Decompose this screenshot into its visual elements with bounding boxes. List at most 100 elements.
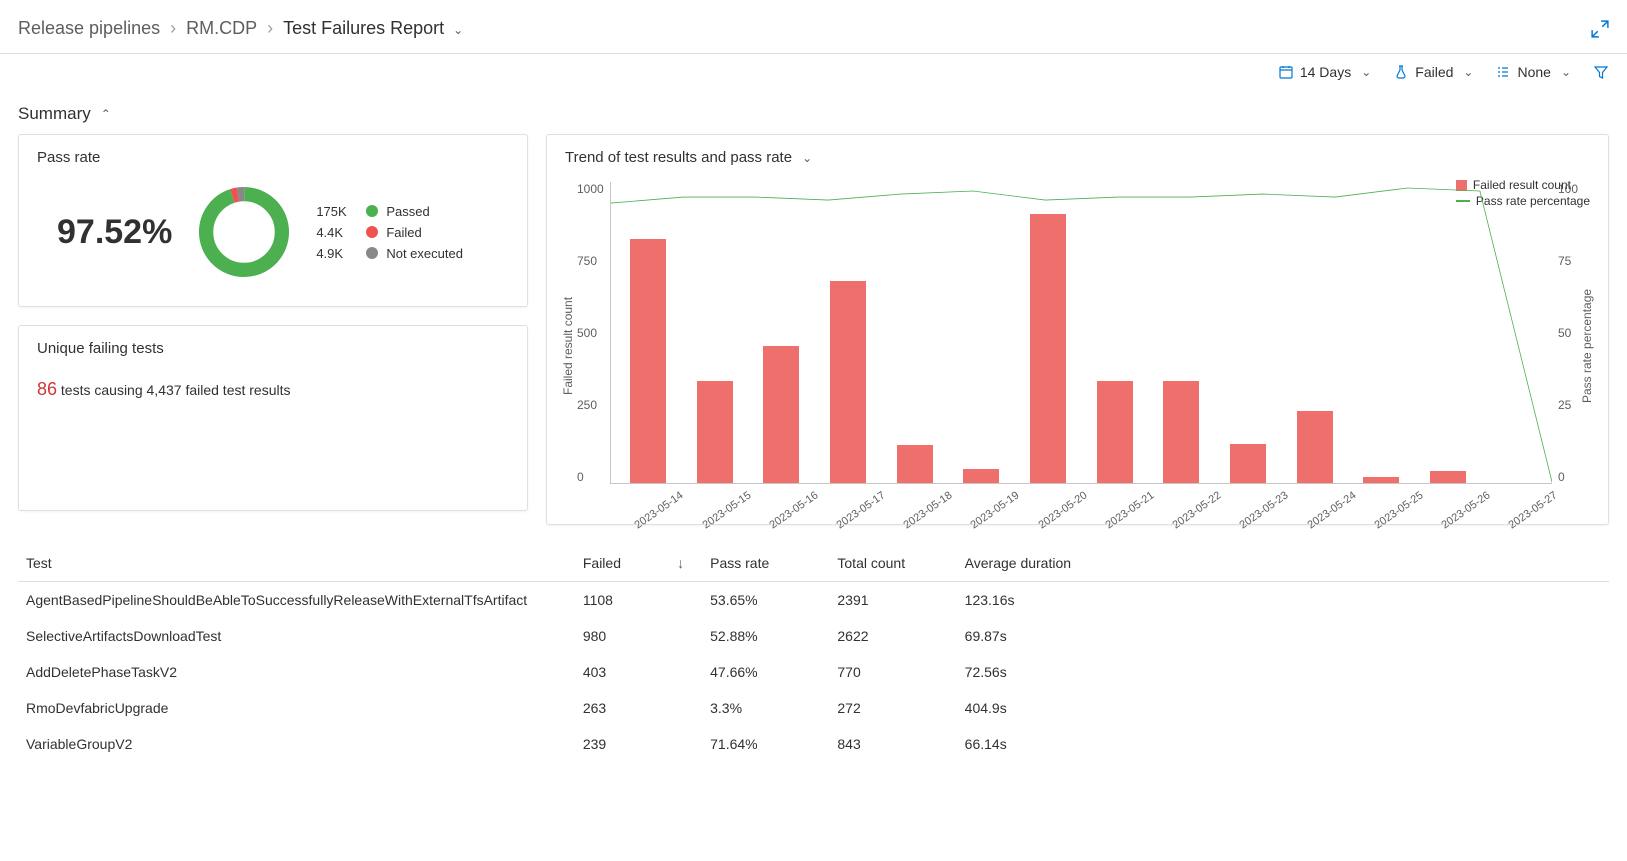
chevron-down-icon: ⌄ bbox=[1561, 65, 1571, 79]
legend-count: 4.9K bbox=[316, 246, 358, 261]
cell-test: RmoDevfabricUpgrade bbox=[18, 690, 575, 726]
summary-heading[interactable]: Summary ⌃ bbox=[0, 92, 1627, 134]
pass-rate-card: Pass rate 97.52% 175K Passed bbox=[18, 134, 528, 307]
topbar: Release pipelines › RM.CDP › Test Failur… bbox=[0, 0, 1627, 54]
cell-passrate: 47.66% bbox=[702, 654, 829, 690]
chart-bar[interactable] bbox=[830, 281, 866, 483]
col-passrate[interactable]: Pass rate bbox=[702, 545, 829, 582]
chevron-down-icon: ⌄ bbox=[453, 23, 463, 37]
cell-test: AgentBasedPipelineShouldBeAbleToSuccessf… bbox=[18, 582, 575, 619]
cell-duration: 66.14s bbox=[957, 726, 1609, 762]
filter-icon bbox=[1593, 64, 1609, 80]
col-total[interactable]: Total count bbox=[829, 545, 956, 582]
trend-chart-card: Trend of test results and pass rate ⌄ Fa… bbox=[546, 134, 1609, 525]
fullscreen-icon[interactable] bbox=[1591, 20, 1609, 38]
date-range-picker[interactable]: 14 Days ⌄ bbox=[1278, 64, 1371, 80]
chart-bar[interactable] bbox=[763, 346, 799, 483]
legend-label: Passed bbox=[386, 204, 429, 219]
date-range-label: 14 Days bbox=[1300, 64, 1351, 80]
trend-chart-body: Failed result count Pass rate percentage… bbox=[547, 170, 1608, 524]
summary-label: Summary bbox=[18, 104, 91, 124]
chevron-down-icon: ⌄ bbox=[1463, 65, 1473, 79]
cell-passrate: 52.88% bbox=[702, 618, 829, 654]
beaker-icon bbox=[1393, 64, 1409, 80]
summary-cards: Pass rate 97.52% 175K Passed bbox=[0, 134, 1627, 539]
cell-test: VariableGroupV2 bbox=[18, 726, 575, 762]
pass-rate-legend: 175K Passed 4.4K Failed 4.9K Not execute… bbox=[316, 204, 463, 261]
chart-bar[interactable] bbox=[1363, 477, 1399, 483]
breadcrumb: Release pipelines › RM.CDP › Test Failur… bbox=[18, 18, 463, 39]
cell-test: SelectiveArtifactsDownloadTest bbox=[18, 618, 575, 654]
cell-passrate: 3.3% bbox=[702, 690, 829, 726]
col-failed[interactable]: Failed bbox=[575, 545, 702, 582]
y-axis-left-ticks: 10007505002500 bbox=[577, 176, 610, 516]
cell-total: 2391 bbox=[829, 582, 956, 619]
x-axis-ticks: 2023-05-142023-05-152023-05-162023-05-17… bbox=[611, 501, 1552, 513]
table-row[interactable]: RmoDevfabricUpgrade 263 3.3% 272 404.9s bbox=[18, 690, 1609, 726]
cell-duration: 72.56s bbox=[957, 654, 1609, 690]
dot-icon bbox=[366, 247, 378, 259]
cell-failed: 239 bbox=[575, 726, 702, 762]
chart-bar[interactable] bbox=[1230, 444, 1266, 483]
chart-bar[interactable] bbox=[1163, 381, 1199, 483]
chart-bar[interactable] bbox=[630, 239, 666, 483]
chart-bar[interactable] bbox=[963, 469, 999, 483]
outcome-filter[interactable]: Failed ⌄ bbox=[1393, 64, 1473, 80]
table-row[interactable]: AddDeletePhaseTaskV2 403 47.66% 770 72.5… bbox=[18, 654, 1609, 690]
col-test[interactable]: Test bbox=[18, 545, 575, 582]
breadcrumb-root[interactable]: Release pipelines bbox=[18, 18, 160, 39]
failing-tests-body: 86 tests causing 4,437 failed test resul… bbox=[19, 363, 527, 510]
dot-icon bbox=[366, 226, 378, 238]
chart-bar[interactable] bbox=[697, 381, 733, 483]
failing-count: 86 bbox=[37, 379, 57, 399]
chevron-down-icon: ⌄ bbox=[802, 151, 812, 165]
table: Test Failed Pass rate Total count Averag… bbox=[18, 545, 1609, 762]
chart-bar[interactable] bbox=[1030, 214, 1066, 483]
left-column: Pass rate 97.52% 175K Passed bbox=[18, 134, 528, 525]
cell-total: 2622 bbox=[829, 618, 956, 654]
calendar-icon bbox=[1278, 64, 1294, 80]
pass-rate-value: 97.52% bbox=[57, 213, 172, 252]
breadcrumb-mid[interactable]: RM.CDP bbox=[186, 18, 257, 39]
chart-bar[interactable] bbox=[1297, 411, 1333, 483]
y-axis-left-label: Failed result count bbox=[559, 176, 577, 516]
cell-test: AddDeletePhaseTaskV2 bbox=[18, 654, 575, 690]
pass-rate-body: 97.52% 175K Passed 4.4K bbox=[19, 172, 527, 306]
col-duration[interactable]: Average duration bbox=[957, 545, 1609, 582]
legend-row-failed: 4.4K Failed bbox=[316, 225, 463, 240]
outcome-label: Failed bbox=[1415, 64, 1453, 80]
trend-chart-title[interactable]: Trend of test results and pass rate ⌄ bbox=[547, 135, 1608, 170]
table-row[interactable]: AgentBasedPipelineShouldBeAbleToSuccessf… bbox=[18, 582, 1609, 619]
dot-icon bbox=[366, 205, 378, 217]
cell-passrate: 71.64% bbox=[702, 726, 829, 762]
chart-area: Failed result count 10007505002500 2023-… bbox=[559, 176, 1596, 516]
breadcrumb-current[interactable]: Test Failures Report ⌄ bbox=[283, 18, 463, 39]
table-row[interactable]: VariableGroupV2 239 71.64% 843 66.14s bbox=[18, 726, 1609, 762]
chevron-up-icon: ⌃ bbox=[101, 107, 111, 121]
breadcrumb-sep: › bbox=[267, 18, 273, 39]
legend-row-passed: 175K Passed bbox=[316, 204, 463, 219]
chart-bar[interactable] bbox=[897, 445, 933, 483]
chevron-down-icon: ⌄ bbox=[1361, 65, 1371, 79]
failing-tests-card: Unique failing tests 86 tests causing 4,… bbox=[18, 325, 528, 511]
cell-failed: 1108 bbox=[575, 582, 702, 619]
chart-bar[interactable] bbox=[1430, 471, 1466, 483]
y-axis-right-label: Pass rate percentage bbox=[1578, 176, 1596, 516]
table-row[interactable]: SelectiveArtifactsDownloadTest 980 52.88… bbox=[18, 618, 1609, 654]
pass-rate-donut bbox=[194, 182, 294, 282]
breadcrumb-sep: › bbox=[170, 18, 176, 39]
chart-plot: 2023-05-142023-05-152023-05-162023-05-17… bbox=[610, 182, 1552, 484]
legend-count: 4.4K bbox=[316, 225, 358, 240]
legend-label: Not executed bbox=[386, 246, 463, 261]
legend-row-notexecuted: 4.9K Not executed bbox=[316, 246, 463, 261]
legend-label: Failed bbox=[386, 225, 421, 240]
filter-button[interactable] bbox=[1593, 64, 1609, 80]
chart-bar[interactable] bbox=[1097, 381, 1133, 483]
cell-failed: 403 bbox=[575, 654, 702, 690]
group-by-picker[interactable]: None ⌄ bbox=[1495, 64, 1571, 80]
failing-suffix: tests causing 4,437 failed test results bbox=[61, 382, 291, 398]
failing-tests-line: 86 tests causing 4,437 failed test resul… bbox=[37, 382, 291, 398]
chart-bars bbox=[611, 182, 1552, 483]
failing-tests-title: Unique failing tests bbox=[19, 326, 527, 363]
cell-total: 843 bbox=[829, 726, 956, 762]
